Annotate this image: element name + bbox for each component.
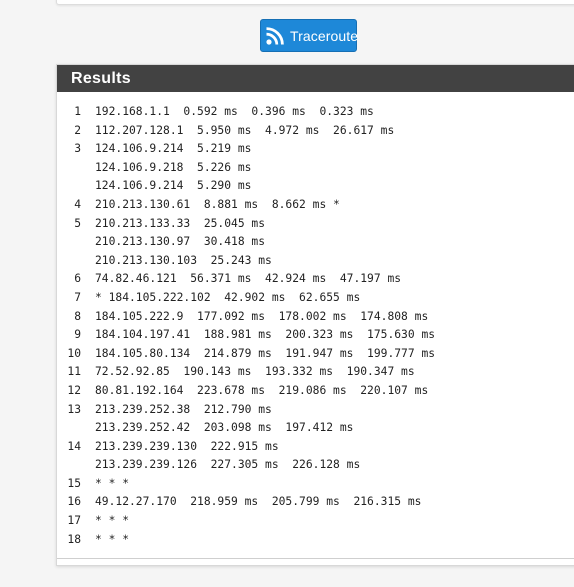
hop-detail: 112.207.128.1 5.950 ms 4.972 ms 26.617 m…: [95, 123, 395, 137]
result-line: 1 192.168.1.1 0.592 ms 0.396 ms 0.323 ms: [73, 103, 435, 122]
hop-detail: 124.106.9.214 5.219 ms: [95, 142, 252, 156]
result-line: 213.239.252.42 203.098 ms 197.412 ms: [73, 419, 435, 438]
hop-number: 4: [74, 197, 81, 211]
hop-detail: 213.239.252.42 203.098 ms 197.412 ms: [95, 421, 354, 435]
hop-number: [73, 233, 81, 252]
hop-number: [73, 419, 81, 438]
result-line: 4 210.213.130.61 8.881 ms 8.662 ms *: [73, 196, 435, 215]
hop-detail: 210.213.130.97 30.418 ms: [95, 235, 266, 249]
hop-detail: 49.12.27.170 218.959 ms 205.799 ms 216.3…: [95, 495, 422, 509]
result-line: 12 80.81.192.164 223.678 ms 219.086 ms 22…: [67, 382, 435, 401]
hop-detail: 213.239.239.126 227.305 ms 226.128 ms: [95, 458, 361, 472]
hop-number: [73, 456, 81, 475]
result-line: 10 184.105.80.134 214.879 ms 191.947 ms 1…: [67, 345, 436, 364]
result-line: 16 49.12.27.170 218.959 ms 205.799 ms 216…: [67, 493, 435, 512]
hop-number: 15: [67, 476, 81, 490]
traceroute-output: 1 192.168.1.1 0.592 ms 0.396 ms 0.323 ms 2…: [67, 103, 436, 550]
hop-number: 1: [74, 105, 81, 118]
results-body: 1 192.168.1.1 0.592 ms 0.396 ms 0.323 ms 2…: [57, 92, 574, 559]
hop-number: 9: [74, 328, 81, 342]
result-line: 3 124.106.9.214 5.219 ms: [73, 140, 435, 159]
hop-detail: * * *: [95, 532, 130, 546]
hop-detail: 184.104.197.41 188.981 ms 200.323 ms 175…: [95, 328, 436, 342]
result-line: 124.106.9.218 5.226 ms: [73, 159, 435, 178]
result-line: 210.213.130.97 30.418 ms: [73, 233, 435, 252]
hop-number: 14: [67, 439, 81, 453]
result-line: 9 184.104.197.41 188.981 ms 200.323 ms 17…: [73, 326, 435, 345]
hop-detail: 80.81.192.164 223.678 ms 219.086 ms 220.…: [95, 383, 429, 397]
result-line: 210.213.130.103 25.243 ms: [73, 252, 435, 271]
hop-number: 11: [67, 365, 81, 379]
hop-detail: 184.105.222.9 177.092 ms 178.002 ms 174.…: [95, 309, 429, 323]
hop-detail: 210.213.133.33 25.045 ms: [95, 216, 266, 230]
hop-number: 5: [74, 216, 81, 230]
result-line: 7 * 184.105.222.102 42.902 ms 62.655 ms: [73, 289, 435, 308]
hop-number: 13: [67, 402, 81, 416]
results-title: Results: [57, 65, 574, 92]
hop-detail: * * *: [95, 476, 130, 490]
top-panel: [56, 0, 574, 5]
hop-detail: 210.213.130.61 8.881 ms 8.662 ms *: [95, 197, 340, 211]
hop-number: [73, 177, 81, 196]
hop-detail: 124.106.9.218 5.226 ms: [95, 160, 252, 174]
traceroute-button-label: Traceroute: [290, 27, 359, 44]
result-line: 13 213.239.252.38 212.790 ms: [67, 401, 435, 420]
result-line: 213.239.239.126 227.305 ms 226.128 ms: [73, 456, 435, 475]
result-line: 15 * * *: [67, 475, 435, 494]
result-line: 14 213.239.239.130 222.915 ms: [67, 438, 435, 457]
hop-number: 17: [67, 514, 81, 528]
hop-detail: 72.52.92.85 190.143 ms 193.332 ms 190.34…: [95, 365, 415, 379]
result-line: 6 74.82.46.121 56.371 ms 42.924 ms 47.197…: [73, 270, 435, 289]
result-line: 17 * * *: [67, 512, 435, 531]
hop-number: 10: [67, 346, 81, 360]
hop-detail: 184.105.80.134 214.879 ms 191.947 ms 199…: [95, 346, 436, 360]
result-line: 8 184.105.222.9 177.092 ms 178.002 ms 174…: [73, 308, 435, 327]
hop-detail: * 184.105.222.102 42.902 ms 62.655 ms: [95, 290, 361, 304]
result-line: 124.106.9.214 5.290 ms: [73, 177, 435, 196]
results-panel: Results 1 192.168.1.1 0.592 ms 0.396 ms 0…: [56, 64, 574, 566]
hop-number: 7: [74, 290, 81, 304]
result-line: 11 72.52.92.85 190.143 ms 193.332 ms 190.…: [67, 363, 435, 382]
hop-number: 12: [67, 383, 81, 397]
hop-detail: 124.106.9.214 5.290 ms: [95, 179, 252, 193]
hop-number: 6: [74, 272, 81, 286]
hop-number: 8: [74, 309, 81, 323]
hop-detail: 213.239.239.130 222.915 ms: [95, 439, 279, 453]
hop-detail: 192.168.1.1 0.592 ms 0.396 ms 0.323 ms: [95, 105, 374, 118]
result-line: 2 112.207.128.1 5.950 ms 4.972 ms 26.617 …: [73, 122, 435, 141]
hop-number: 3: [74, 142, 81, 156]
hop-number: 18: [67, 532, 81, 546]
hop-detail: 74.82.46.121 56.371 ms 42.924 ms 47.197 …: [95, 272, 402, 286]
traceroute-button[interactable]: Traceroute: [260, 19, 359, 52]
hop-number: 2: [74, 123, 81, 137]
hop-detail: 210.213.130.103 25.243 ms: [95, 253, 272, 267]
hop-number: 16: [67, 495, 81, 509]
hop-number: [73, 159, 81, 178]
result-line: 5 210.213.133.33 25.045 ms: [73, 215, 435, 234]
hop-detail: * * *: [95, 514, 130, 528]
hop-detail: 213.239.252.38 212.790 ms: [95, 402, 272, 416]
rss-icon: [265, 26, 285, 46]
hop-number: [73, 252, 81, 271]
result-line: 18 * * *: [67, 531, 435, 550]
